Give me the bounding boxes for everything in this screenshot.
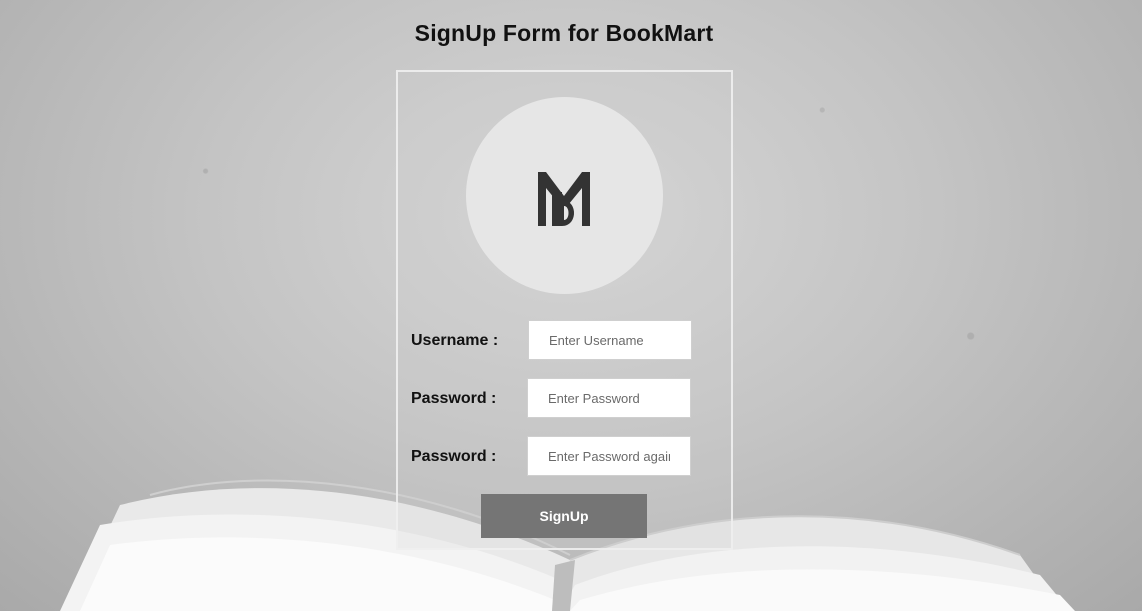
confirm-password-input[interactable]	[527, 436, 691, 476]
signup-button[interactable]: SignUp	[481, 494, 647, 538]
confirm-password-label: Password :	[411, 448, 497, 465]
password-row: Password :	[411, 378, 711, 420]
page-title: SignUp Form for BookMart	[414, 20, 714, 46]
confirm-password-row: Password :	[411, 436, 711, 478]
password-label: Password :	[411, 390, 497, 407]
username-label: Username :	[411, 332, 499, 349]
bookmart-logo-icon	[538, 172, 590, 226]
password-input[interactable]	[527, 378, 691, 418]
signup-form: Username : Password : Password : SignUp	[396, 70, 733, 550]
username-row: Username :	[411, 320, 711, 362]
username-input[interactable]	[528, 320, 692, 360]
